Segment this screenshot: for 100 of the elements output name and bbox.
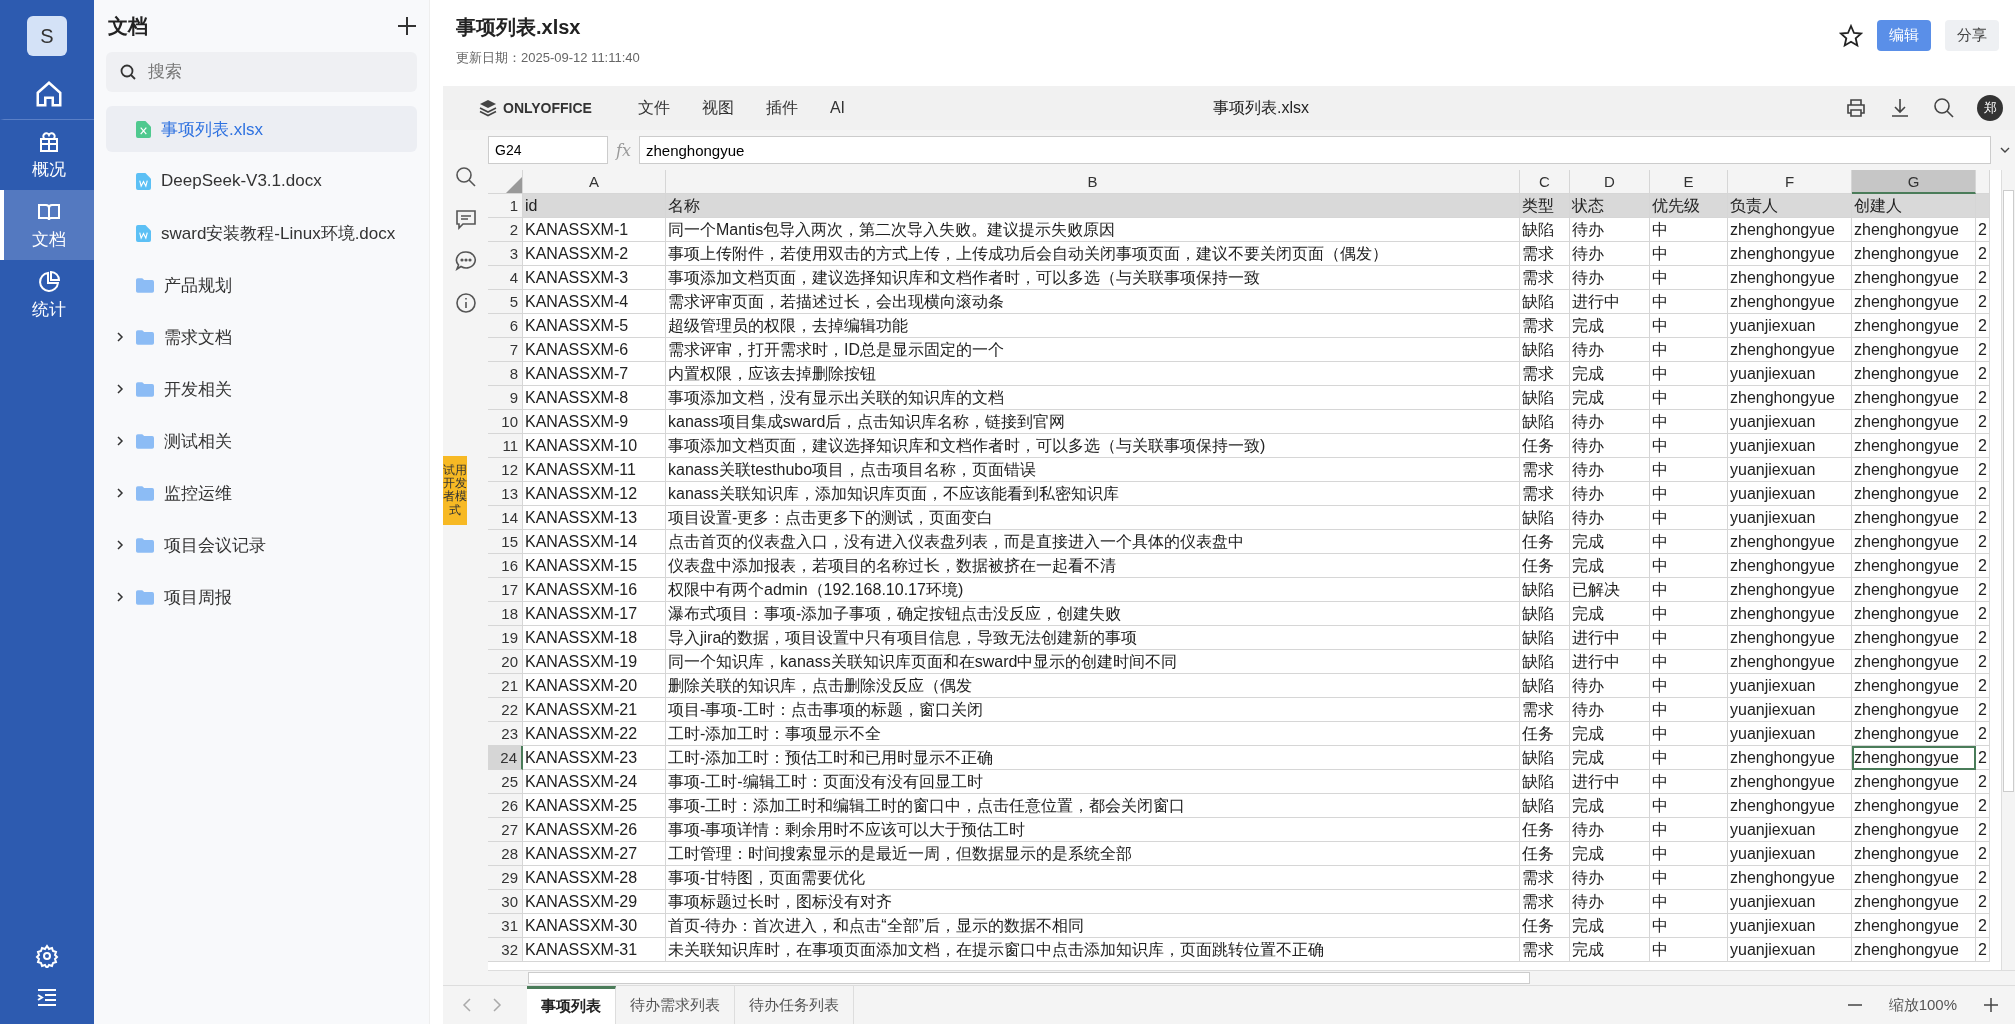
nav-item[interactable]: 概况 — [0, 120, 94, 190]
tree-item[interactable]: sward安装教程-Linux环境.docx — [106, 210, 417, 256]
row-header[interactable]: 30 — [488, 890, 523, 914]
tree-item[interactable]: 事项列表.xlsx — [106, 106, 417, 152]
chevron-icon[interactable] — [114, 331, 126, 343]
cell-reference-field[interactable]: G24 — [488, 136, 608, 164]
chevron-icon[interactable] — [114, 383, 126, 395]
row-header[interactable]: 18 — [488, 602, 523, 626]
table-cell: 导入jira的数据，项目设置中只有项目信息，导致无法创建新的事项 — [666, 626, 1520, 650]
download-icon[interactable] — [1889, 97, 1911, 119]
scrollbar-thumb[interactable] — [528, 972, 1530, 984]
column-header[interactable]: C — [1520, 170, 1570, 194]
row-header[interactable]: 12 — [488, 458, 523, 482]
row-header[interactable]: 9 — [488, 386, 523, 410]
column-header[interactable]: E — [1650, 170, 1728, 194]
tree-item[interactable]: 监控运维 — [106, 470, 417, 516]
tree-item[interactable]: 开发相关 — [106, 366, 417, 412]
row-header[interactable]: 7 — [488, 338, 523, 362]
row-header[interactable]: 17 — [488, 578, 523, 602]
tree-item[interactable]: 项目周报 — [106, 574, 417, 620]
table-cell: yuanjiexuan — [1728, 698, 1852, 722]
scrollbar-thumb[interactable] — [2003, 190, 2014, 792]
search-icon[interactable] — [454, 166, 477, 188]
menu-item[interactable]: 插件 — [765, 97, 798, 119]
table-cell: zhenghongyue — [1852, 794, 1976, 818]
row-header[interactable]: 8 — [488, 362, 523, 386]
chevron-icon[interactable] — [114, 487, 126, 499]
table-cell: yuanjiexuan — [1728, 914, 1852, 938]
star-icon[interactable] — [1839, 23, 1863, 48]
row-header[interactable]: 24 — [488, 746, 523, 770]
settings-icon[interactable] — [35, 944, 59, 968]
row-header[interactable]: 29 — [488, 866, 523, 890]
nav-item[interactable]: 文档 — [0, 190, 94, 260]
row-header[interactable]: 5 — [488, 290, 523, 314]
row-header[interactable]: 11 — [488, 434, 523, 458]
nav-item[interactable]: 统计 — [0, 260, 94, 330]
comment-icon[interactable] — [454, 208, 477, 230]
table-cell: 缺陷 — [1520, 674, 1570, 698]
row-header[interactable]: 19 — [488, 626, 523, 650]
sheet-tab[interactable]: 事项列表 — [527, 986, 616, 1024]
row-header[interactable]: 16 — [488, 554, 523, 578]
tree-item[interactable]: 项目会议记录 — [106, 522, 417, 568]
chat-icon[interactable] — [454, 250, 477, 272]
table-cell: KANASSXM-30 — [523, 914, 666, 938]
add-icon[interactable] — [397, 16, 417, 36]
column-header[interactable]: B — [666, 170, 1520, 194]
tree-item[interactable]: 需求文档 — [106, 314, 417, 360]
tree-item[interactable]: 产品规划 — [106, 262, 417, 308]
table-cell: 完成 — [1570, 914, 1650, 938]
tree-item[interactable]: DeepSeek-V3.1.docx — [106, 158, 417, 204]
sheet-tab[interactable]: 待办任务列表 — [735, 986, 854, 1024]
row-header[interactable]: 13 — [488, 482, 523, 506]
table-cell: 完成 — [1570, 746, 1650, 770]
table-cell: 中 — [1650, 218, 1728, 242]
tree-item[interactable]: 测试相关 — [106, 418, 417, 464]
print-icon[interactable] — [1845, 97, 1867, 119]
user-avatar[interactable]: S — [27, 16, 67, 56]
table-cell: 2 — [1976, 890, 1990, 914]
table-cell: 中 — [1650, 602, 1728, 626]
row-header[interactable]: 15 — [488, 530, 523, 554]
row-header[interactable]: 14 — [488, 506, 523, 530]
row-header[interactable]: 22 — [488, 698, 523, 722]
trial-tab[interactable]: 试用开发者模式 — [443, 456, 467, 525]
menu-item[interactable]: AI — [829, 99, 846, 117]
row-header[interactable]: 32 — [488, 938, 523, 962]
table-cell: KANASSXM-12 — [523, 482, 666, 506]
row-header[interactable]: 10 — [488, 410, 523, 434]
row-header[interactable]: 26 — [488, 794, 523, 818]
row-header[interactable]: 6 — [488, 314, 523, 338]
table-cell: 中 — [1650, 914, 1728, 938]
row-header[interactable]: 31 — [488, 914, 523, 938]
zoom-in-icon[interactable] — [1983, 997, 1999, 1013]
chevron-icon[interactable] — [114, 435, 126, 447]
row-header[interactable]: 2 — [488, 218, 523, 242]
sheet-tab[interactable]: 待办需求列表 — [616, 986, 735, 1024]
column-header[interactable]: G — [1852, 170, 1976, 194]
row-header[interactable]: 4 — [488, 266, 523, 290]
menu-item[interactable]: 文件 — [637, 97, 670, 119]
row-header[interactable]: 23 — [488, 722, 523, 746]
column-header[interactable]: D — [1570, 170, 1650, 194]
chevron-icon[interactable] — [114, 591, 126, 603]
share-button[interactable]: 分享 — [1945, 20, 1999, 51]
row-header[interactable]: 21 — [488, 674, 523, 698]
column-header[interactable]: A — [523, 170, 666, 194]
column-header[interactable]: F — [1728, 170, 1852, 194]
row-header[interactable]: 28 — [488, 842, 523, 866]
row-header[interactable]: 3 — [488, 242, 523, 266]
row-header[interactable]: 20 — [488, 650, 523, 674]
row-header[interactable]: 25 — [488, 770, 523, 794]
row-header[interactable]: 1 — [488, 194, 523, 218]
chevron-icon[interactable] — [114, 539, 126, 551]
row-header[interactable]: 27 — [488, 818, 523, 842]
search-field[interactable]: 搜索 — [106, 52, 417, 92]
user-avatar[interactable]: 郑 — [1977, 95, 2003, 121]
table-cell: zhenghongyue — [1728, 290, 1852, 314]
table-cell — [1976, 194, 1990, 218]
search-icon[interactable] — [1933, 97, 1955, 119]
menu-item[interactable]: 视图 — [701, 97, 734, 119]
formula-field[interactable]: zhenghongyue — [638, 136, 1991, 164]
info-icon[interactable] — [454, 292, 477, 314]
